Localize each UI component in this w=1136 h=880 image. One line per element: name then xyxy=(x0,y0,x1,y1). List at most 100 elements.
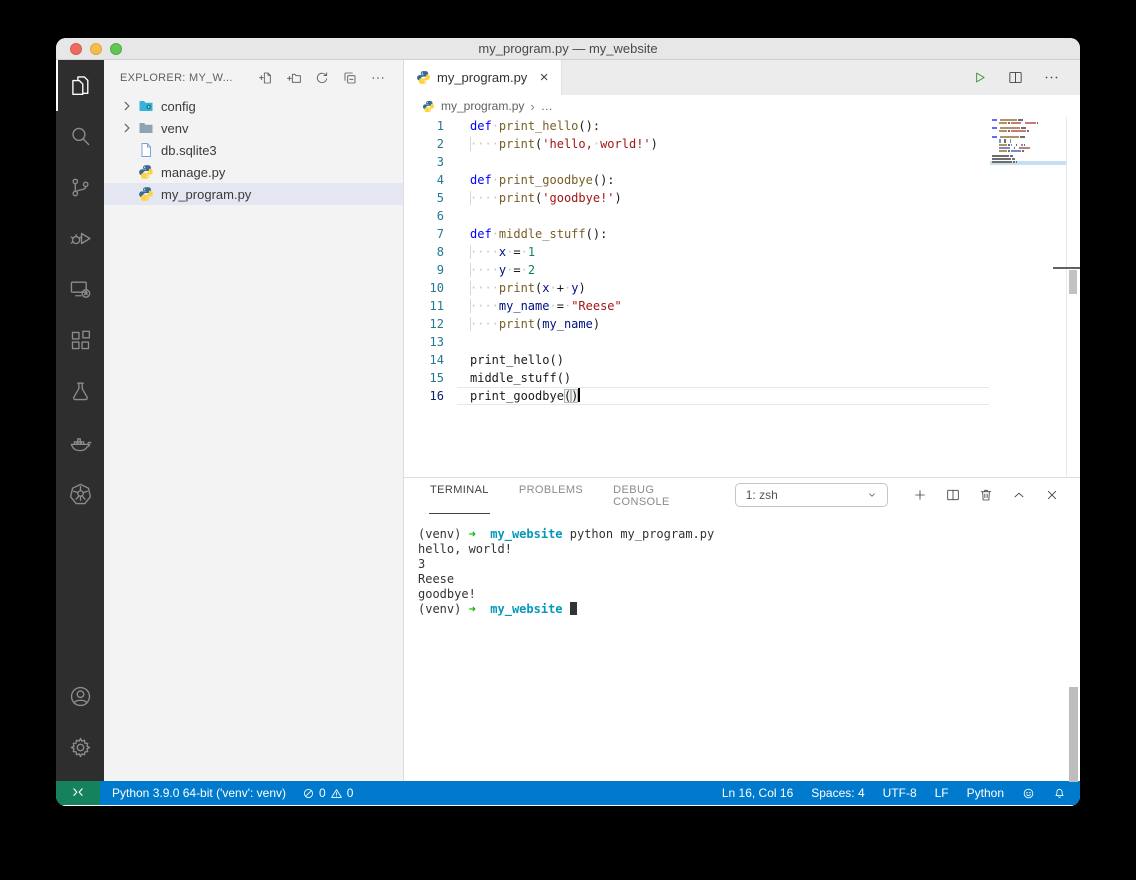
tab-my-program[interactable]: my_program.py × xyxy=(404,60,562,95)
breadcrumb[interactable]: my_program.py › … xyxy=(404,95,1080,117)
collapse-all-button[interactable] xyxy=(339,67,361,89)
activity-bar-item-explorer[interactable] xyxy=(56,60,104,111)
terminal-line: (venv) ➜ my_website python my_program.py xyxy=(418,527,715,541)
new-folder-button[interactable] xyxy=(283,67,305,89)
tab-bar: my_program.py × xyxy=(404,60,1080,95)
tree-item-label: config xyxy=(161,98,196,114)
terminal-output[interactable]: (venv) ➜ my_website python my_program.py… xyxy=(404,512,1080,617)
maximize-panel-icon xyxy=(1011,487,1027,503)
code-lines: 1 def·print_hello(): 2 ····print('hello,… xyxy=(404,117,1080,405)
minimize-window-button[interactable] xyxy=(90,43,102,55)
activity-bar-item-testing[interactable] xyxy=(56,366,104,417)
maximize-panel-button[interactable] xyxy=(1009,485,1029,505)
tree-item-venv[interactable]: venv xyxy=(104,117,403,139)
problems-status[interactable]: 0 0 xyxy=(296,781,359,805)
remote-explorer-icon xyxy=(68,277,93,302)
desktop: my_program.py — my_website EXPLORER: MY_… xyxy=(0,0,1136,880)
activity-bar-item-account[interactable] xyxy=(56,671,104,722)
status-item-utf-8[interactable]: UTF-8 xyxy=(877,781,923,805)
tree-item-manage-py[interactable]: manage.py xyxy=(104,161,403,183)
code-line-11[interactable]: 11 ····my_name·=·"Reese" xyxy=(404,297,1080,315)
code-line-13[interactable]: 13 xyxy=(404,333,1080,351)
line-number: 4 xyxy=(436,173,444,187)
code-line-10[interactable]: 10 ····print(x·+·y) xyxy=(404,279,1080,297)
settings-icon xyxy=(68,735,93,760)
files-icon xyxy=(68,73,93,98)
more-icon xyxy=(370,70,386,86)
activity-bar-item-extensions[interactable] xyxy=(56,315,104,366)
code-line-3[interactable]: 3 xyxy=(404,153,1080,171)
activity-bar-item-search[interactable] xyxy=(56,111,104,162)
tree-item-config[interactable]: config xyxy=(104,95,403,117)
feedback-button[interactable] xyxy=(1016,781,1041,805)
docker-icon xyxy=(68,430,93,455)
tab-close-icon[interactable]: × xyxy=(537,69,551,87)
split-terminal-button[interactable] xyxy=(943,485,963,505)
activity-bar-item-docker[interactable] xyxy=(56,417,104,468)
code-line-7[interactable]: 7 def·middle_stuff(): xyxy=(404,225,1080,243)
terminal-shell-select[interactable]: 1: zsh xyxy=(734,483,888,507)
notifications-button[interactable] xyxy=(1047,781,1072,805)
title-bar[interactable]: my_program.py — my_website xyxy=(56,38,1080,60)
close-panel-button[interactable] xyxy=(1042,485,1062,505)
code-line-16[interactable]: 16 print_goodbye() xyxy=(404,387,1080,405)
status-item-spaces-4[interactable]: Spaces: 4 xyxy=(805,781,870,805)
activity-bar-item-source-control[interactable] xyxy=(56,162,104,213)
breadcrumb-file: my_program.py xyxy=(441,99,525,113)
tree-item-my-program-py[interactable]: my_program.py xyxy=(104,183,403,205)
overview-ruler xyxy=(1066,117,1080,477)
remote-indicator[interactable] xyxy=(56,781,100,805)
activity-bar-item-run-debug[interactable] xyxy=(56,213,104,264)
status-item-python[interactable]: Python xyxy=(961,781,1010,805)
python-interpreter-status[interactable]: Python 3.9.0 64-bit ('venv': venv) xyxy=(106,781,292,805)
line-number: 9 xyxy=(436,263,444,277)
status-item-lf[interactable]: LF xyxy=(929,781,955,805)
activity-bar-item-remote-explorer[interactable] xyxy=(56,264,104,315)
new-terminal-icon xyxy=(912,487,928,503)
chevron-down-icon xyxy=(865,488,879,502)
activity-bar-item-settings[interactable] xyxy=(56,722,104,773)
panel-tab-debug-console[interactable]: DEBUG CONSOLE xyxy=(612,476,707,514)
zoom-window-button[interactable] xyxy=(110,43,122,55)
panel-tab-terminal[interactable]: TERMINAL xyxy=(429,476,490,514)
terminal-line: hello, world! xyxy=(418,542,512,556)
refresh-icon xyxy=(314,70,330,86)
terminal-scrollbar[interactable] xyxy=(1069,687,1078,782)
code-line-8[interactable]: 8 ····x·=·1 xyxy=(404,243,1080,261)
code-line-1[interactable]: 1 def·print_hello(): xyxy=(404,117,1080,135)
terminal-line: (venv) ➜ my_website xyxy=(418,602,1080,617)
tree-item-db-sqlite3[interactable]: db.sqlite3 xyxy=(104,139,403,161)
line-number: 10 xyxy=(429,281,444,295)
code-line-4[interactable]: 4 def·print_goodbye(): xyxy=(404,171,1080,189)
more-button[interactable] xyxy=(367,67,389,89)
extensions-icon xyxy=(68,328,93,353)
code-editor[interactable]: 1 def·print_hello(): 2 ····print('hello,… xyxy=(404,117,1080,477)
code-line-9[interactable]: 9 ····y·=·2 xyxy=(404,261,1080,279)
code-line-5[interactable]: 5 ····print('goodbye!') xyxy=(404,189,1080,207)
editor-scrollbar[interactable] xyxy=(1069,270,1077,294)
code-line-2[interactable]: 2 ····print('hello,·world!') xyxy=(404,135,1080,153)
split-editor-button[interactable] xyxy=(1004,67,1026,89)
python-icon xyxy=(416,70,431,85)
status-item-ln-16-col-16[interactable]: Ln 16, Col 16 xyxy=(716,781,799,805)
code-line-6[interactable]: 6 xyxy=(404,207,1080,225)
config-folder-icon xyxy=(138,98,154,114)
line-number: 11 xyxy=(429,299,444,313)
chevron-right-icon xyxy=(120,121,134,135)
kill-terminal-button[interactable] xyxy=(976,485,996,505)
refresh-button[interactable] xyxy=(311,67,333,89)
code-line-12[interactable]: 12 ····print(my_name) xyxy=(404,315,1080,333)
new-file-button[interactable] xyxy=(255,67,277,89)
new-folder-icon xyxy=(286,70,302,86)
code-line-15[interactable]: 15 middle_stuff() xyxy=(404,369,1080,387)
panel-tab-problems[interactable]: PROBLEMS xyxy=(518,476,584,514)
code-line-14[interactable]: 14 print_hello() xyxy=(404,351,1080,369)
close-window-button[interactable] xyxy=(70,43,82,55)
more-actions-button[interactable] xyxy=(1040,67,1062,89)
activity-bar-item-kubernetes[interactable] xyxy=(56,468,104,519)
terminal-shell-value: 1: zsh xyxy=(745,488,778,502)
run-python-button[interactable] xyxy=(968,67,990,89)
new-terminal-button[interactable] xyxy=(910,485,930,505)
minimap[interactable] xyxy=(992,119,1066,164)
editor-group: my_program.py × my_program.py › … 1 def·… xyxy=(403,60,1080,782)
